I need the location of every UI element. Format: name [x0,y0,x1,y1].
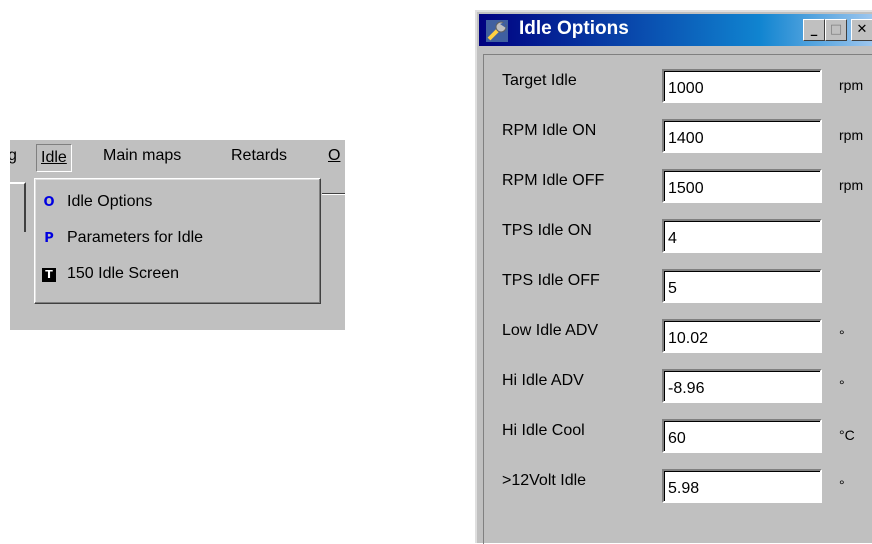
menu-screenshot: g Idle Main maps Retards O O Idle Option… [10,140,345,330]
maximize-button[interactable]: □ [825,19,847,41]
menubar-item-partial-left[interactable]: g [10,147,17,165]
hi-idle-adv-field[interactable] [662,369,822,403]
12volt-idle-field[interactable] [662,469,822,503]
rpm-idle-off-unit: rpm [839,177,864,193]
menu-item-150-idle-screen[interactable]: T 150 Idle Screen [35,259,320,291]
menubar-item-retards[interactable]: Retards [231,147,287,165]
wrench-icon [486,20,508,42]
low-idle-adv-unit: ° [839,327,845,343]
menu-item-label: Parameters for Idle [67,229,204,246]
12volt-idle-label: >12Volt Idle [502,472,587,489]
menubar-item-idle[interactable]: Idle [36,144,72,172]
menubar-item-partial-right[interactable]: O [328,147,340,165]
hi-idle-cool-unit: °C [839,427,855,443]
tps-idle-on-field[interactable] [662,219,822,253]
idle-screen-icon: T [42,268,56,282]
rpm-idle-off-label: RPM Idle OFF [502,172,605,189]
menu-item-label: Idle Options [67,193,153,210]
close-button[interactable]: ✕ [851,19,872,41]
background-tab [10,182,26,232]
rpm-idle-off-field[interactable] [662,169,822,203]
tps-idle-off-field[interactable] [662,269,822,303]
hi-idle-cool-label: Hi Idle Cool [502,422,585,439]
rpm-idle-on-field[interactable] [662,119,822,153]
minimize-button[interactable]: _ [803,19,825,41]
target-idle-unit: rpm [839,77,864,93]
idle-dropdown-menu: O Idle Options P Parameters for Idle T 1… [34,178,321,304]
options-panel: Target Idle rpm RPM Idle ON rpm RPM Idle… [483,54,872,544]
menubar: g Idle Main maps Retards O [10,140,345,174]
hi-idle-adv-label: Hi Idle ADV [502,372,584,389]
menubar-item-main-maps[interactable]: Main maps [103,147,181,165]
menu-item-idle-options[interactable]: O Idle Options [35,187,320,219]
parameters-icon: P [44,231,54,246]
rpm-idle-on-label: RPM Idle ON [502,122,597,139]
rpm-idle-on-unit: rpm [839,127,864,143]
window-title: Idle Options [519,18,629,39]
menu-item-label: 150 Idle Screen [67,265,180,282]
idle-options-icon: O [43,195,55,210]
menubar-item-idle-label: Idle [41,149,67,166]
idle-options-window: Idle Options _ □ ✕ Target Idle rpm RPM I… [475,10,872,544]
target-idle-field[interactable] [662,69,822,103]
hi-idle-cool-field[interactable] [662,419,822,453]
low-idle-adv-label: Low Idle ADV [502,322,599,339]
hi-idle-adv-unit: ° [839,377,845,393]
12volt-idle-unit: ° [839,477,845,493]
low-idle-adv-field[interactable] [662,319,822,353]
menu-item-parameters-for-idle[interactable]: P Parameters for Idle [35,223,320,255]
target-idle-label: Target Idle [502,72,577,89]
tps-idle-off-label: TPS Idle OFF [502,272,600,289]
title-bar[interactable]: Idle Options _ □ ✕ [479,14,872,46]
background-divider [322,193,345,195]
tps-idle-on-label: TPS Idle ON [502,222,592,239]
